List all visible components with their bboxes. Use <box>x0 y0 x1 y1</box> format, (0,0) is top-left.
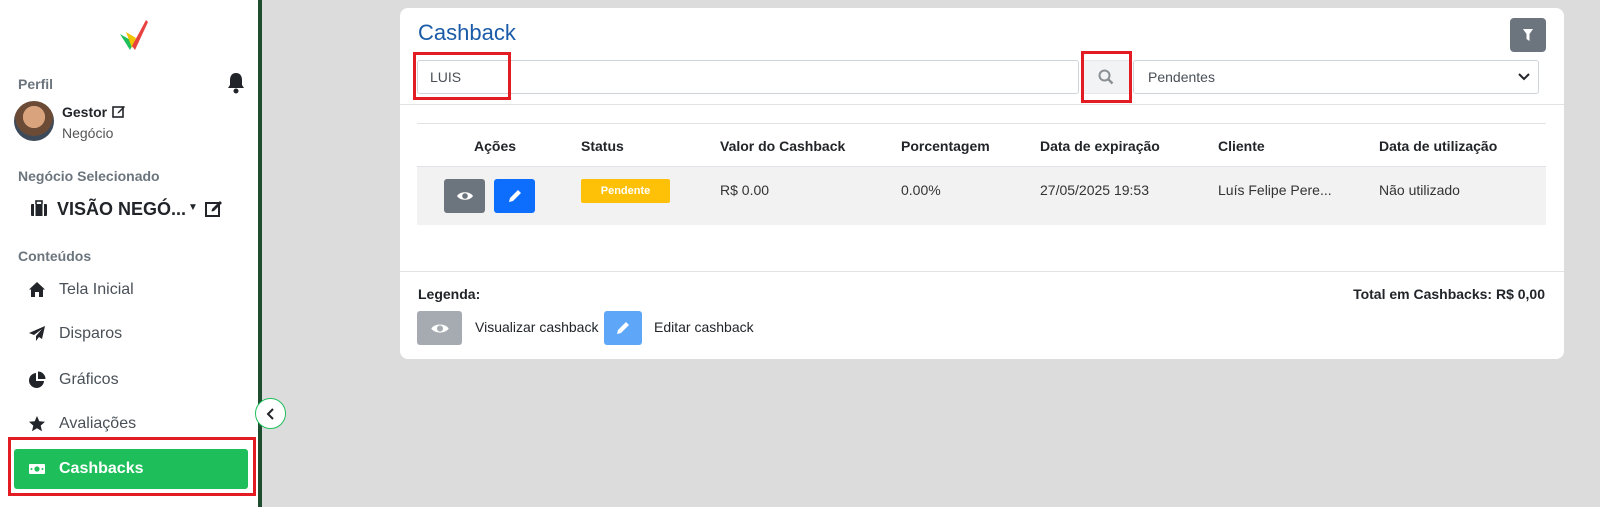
column-header-valor: Valor do Cashback <box>720 138 846 154</box>
column-header-cliente: Cliente <box>1218 138 1265 154</box>
search-button[interactable] <box>1082 60 1130 94</box>
app-logo-icon <box>120 20 148 50</box>
search-icon <box>1098 69 1114 85</box>
cell-utilizacao: Não utilizado <box>1379 182 1460 198</box>
sidebar-item-label: Cashbacks <box>59 460 144 477</box>
pie-chart-icon <box>29 371 46 388</box>
edit-business-icon[interactable] <box>205 199 223 217</box>
status-select[interactable]: Pendentes <box>1133 60 1539 94</box>
sidebar-item-label: Tela Inicial <box>59 281 134 298</box>
star-icon <box>29 416 45 432</box>
sidebar-item-label: Disparos <box>59 325 123 342</box>
sidebar-item-disparos[interactable]: Disparos <box>14 314 248 354</box>
edit-cashback-button[interactable] <box>494 179 535 213</box>
sidebar: Perfil Gestor Negócio Negócio Selecionad… <box>0 0 262 507</box>
paper-plane-icon <box>29 326 45 341</box>
avatar <box>14 101 54 141</box>
column-header-acoes: Ações <box>474 138 517 154</box>
search-input[interactable] <box>417 60 1079 94</box>
bell-icon[interactable] <box>226 72 246 94</box>
edit-profile-icon[interactable] <box>112 104 126 118</box>
money-icon <box>29 464 45 474</box>
user-role: Negócio <box>62 125 114 141</box>
chevron-left-icon <box>266 407 274 420</box>
cashback-card: Cashback Pendentes Ações Status Valor do… <box>400 8 1564 359</box>
legend-edit-label: Editar cashback <box>654 319 754 335</box>
legend-view-swatch <box>417 311 462 345</box>
caret-down-icon[interactable]: ▼ <box>188 202 198 213</box>
eye-icon <box>430 323 449 333</box>
sidebar-item-tela-inicial[interactable]: Tela Inicial <box>14 270 248 310</box>
sidebar-item-label: Avaliações <box>59 415 137 432</box>
cell-expiracao: 27/05/2025 19:53 <box>1040 182 1149 198</box>
legend-edit-swatch <box>604 311 642 345</box>
divider <box>400 104 1564 105</box>
status-badge: Pendente <box>581 179 670 203</box>
view-cashback-button[interactable] <box>444 179 485 213</box>
filter-icon <box>1523 29 1533 41</box>
legend-title: Legenda: <box>418 286 481 302</box>
total-cashbacks: Total em Cashbacks: R$ 0,00 <box>1353 286 1545 302</box>
legend-view-label: Visualizar cashback <box>475 319 599 335</box>
column-header-porcentagem: Porcentagem <box>901 138 990 154</box>
table-row: Pendente R$ 0.00 0.00% 27/05/2025 19:53 … <box>417 167 1546 225</box>
pencil-icon <box>508 190 521 202</box>
sidebar-item-graficos[interactable]: Gráficos <box>14 360 248 400</box>
filter-button[interactable] <box>1510 18 1546 52</box>
cell-cliente: Luís Felipe Pere... <box>1218 182 1332 198</box>
sidebar-item-avaliacoes[interactable]: Avaliações <box>14 404 248 444</box>
sidebar-item-cashbacks[interactable]: Cashbacks <box>14 449 248 489</box>
collapse-sidebar-button[interactable] <box>255 398 286 429</box>
divider <box>400 271 1564 272</box>
business-selector[interactable]: VISÃO NEGÓ... <box>57 199 186 220</box>
table-header: Ações Status Valor do Cashback Porcentag… <box>417 123 1546 167</box>
profile-label: Perfil <box>18 76 54 92</box>
business-label: Negócio Selecionado <box>18 168 160 184</box>
cashback-table: Ações Status Valor do Cashback Porcentag… <box>417 123 1546 225</box>
column-header-status: Status <box>581 138 624 154</box>
briefcase-icon <box>31 200 47 216</box>
column-header-expiracao: Data de expiração <box>1040 138 1160 154</box>
user-name: Gestor <box>62 104 108 120</box>
home-icon <box>29 282 45 297</box>
chevron-down-icon <box>1518 73 1530 81</box>
contents-label: Conteúdos <box>18 248 92 264</box>
pencil-icon <box>617 322 629 334</box>
column-header-utilizacao: Data de utilização <box>1379 138 1498 154</box>
status-select-value: Pendentes <box>1148 69 1215 85</box>
eye-icon <box>456 192 473 200</box>
page-title: Cashback <box>418 20 516 45</box>
cell-porcentagem: 0.00% <box>901 182 941 198</box>
cell-valor: R$ 0.00 <box>720 182 770 198</box>
sidebar-item-label: Gráficos <box>59 371 119 388</box>
